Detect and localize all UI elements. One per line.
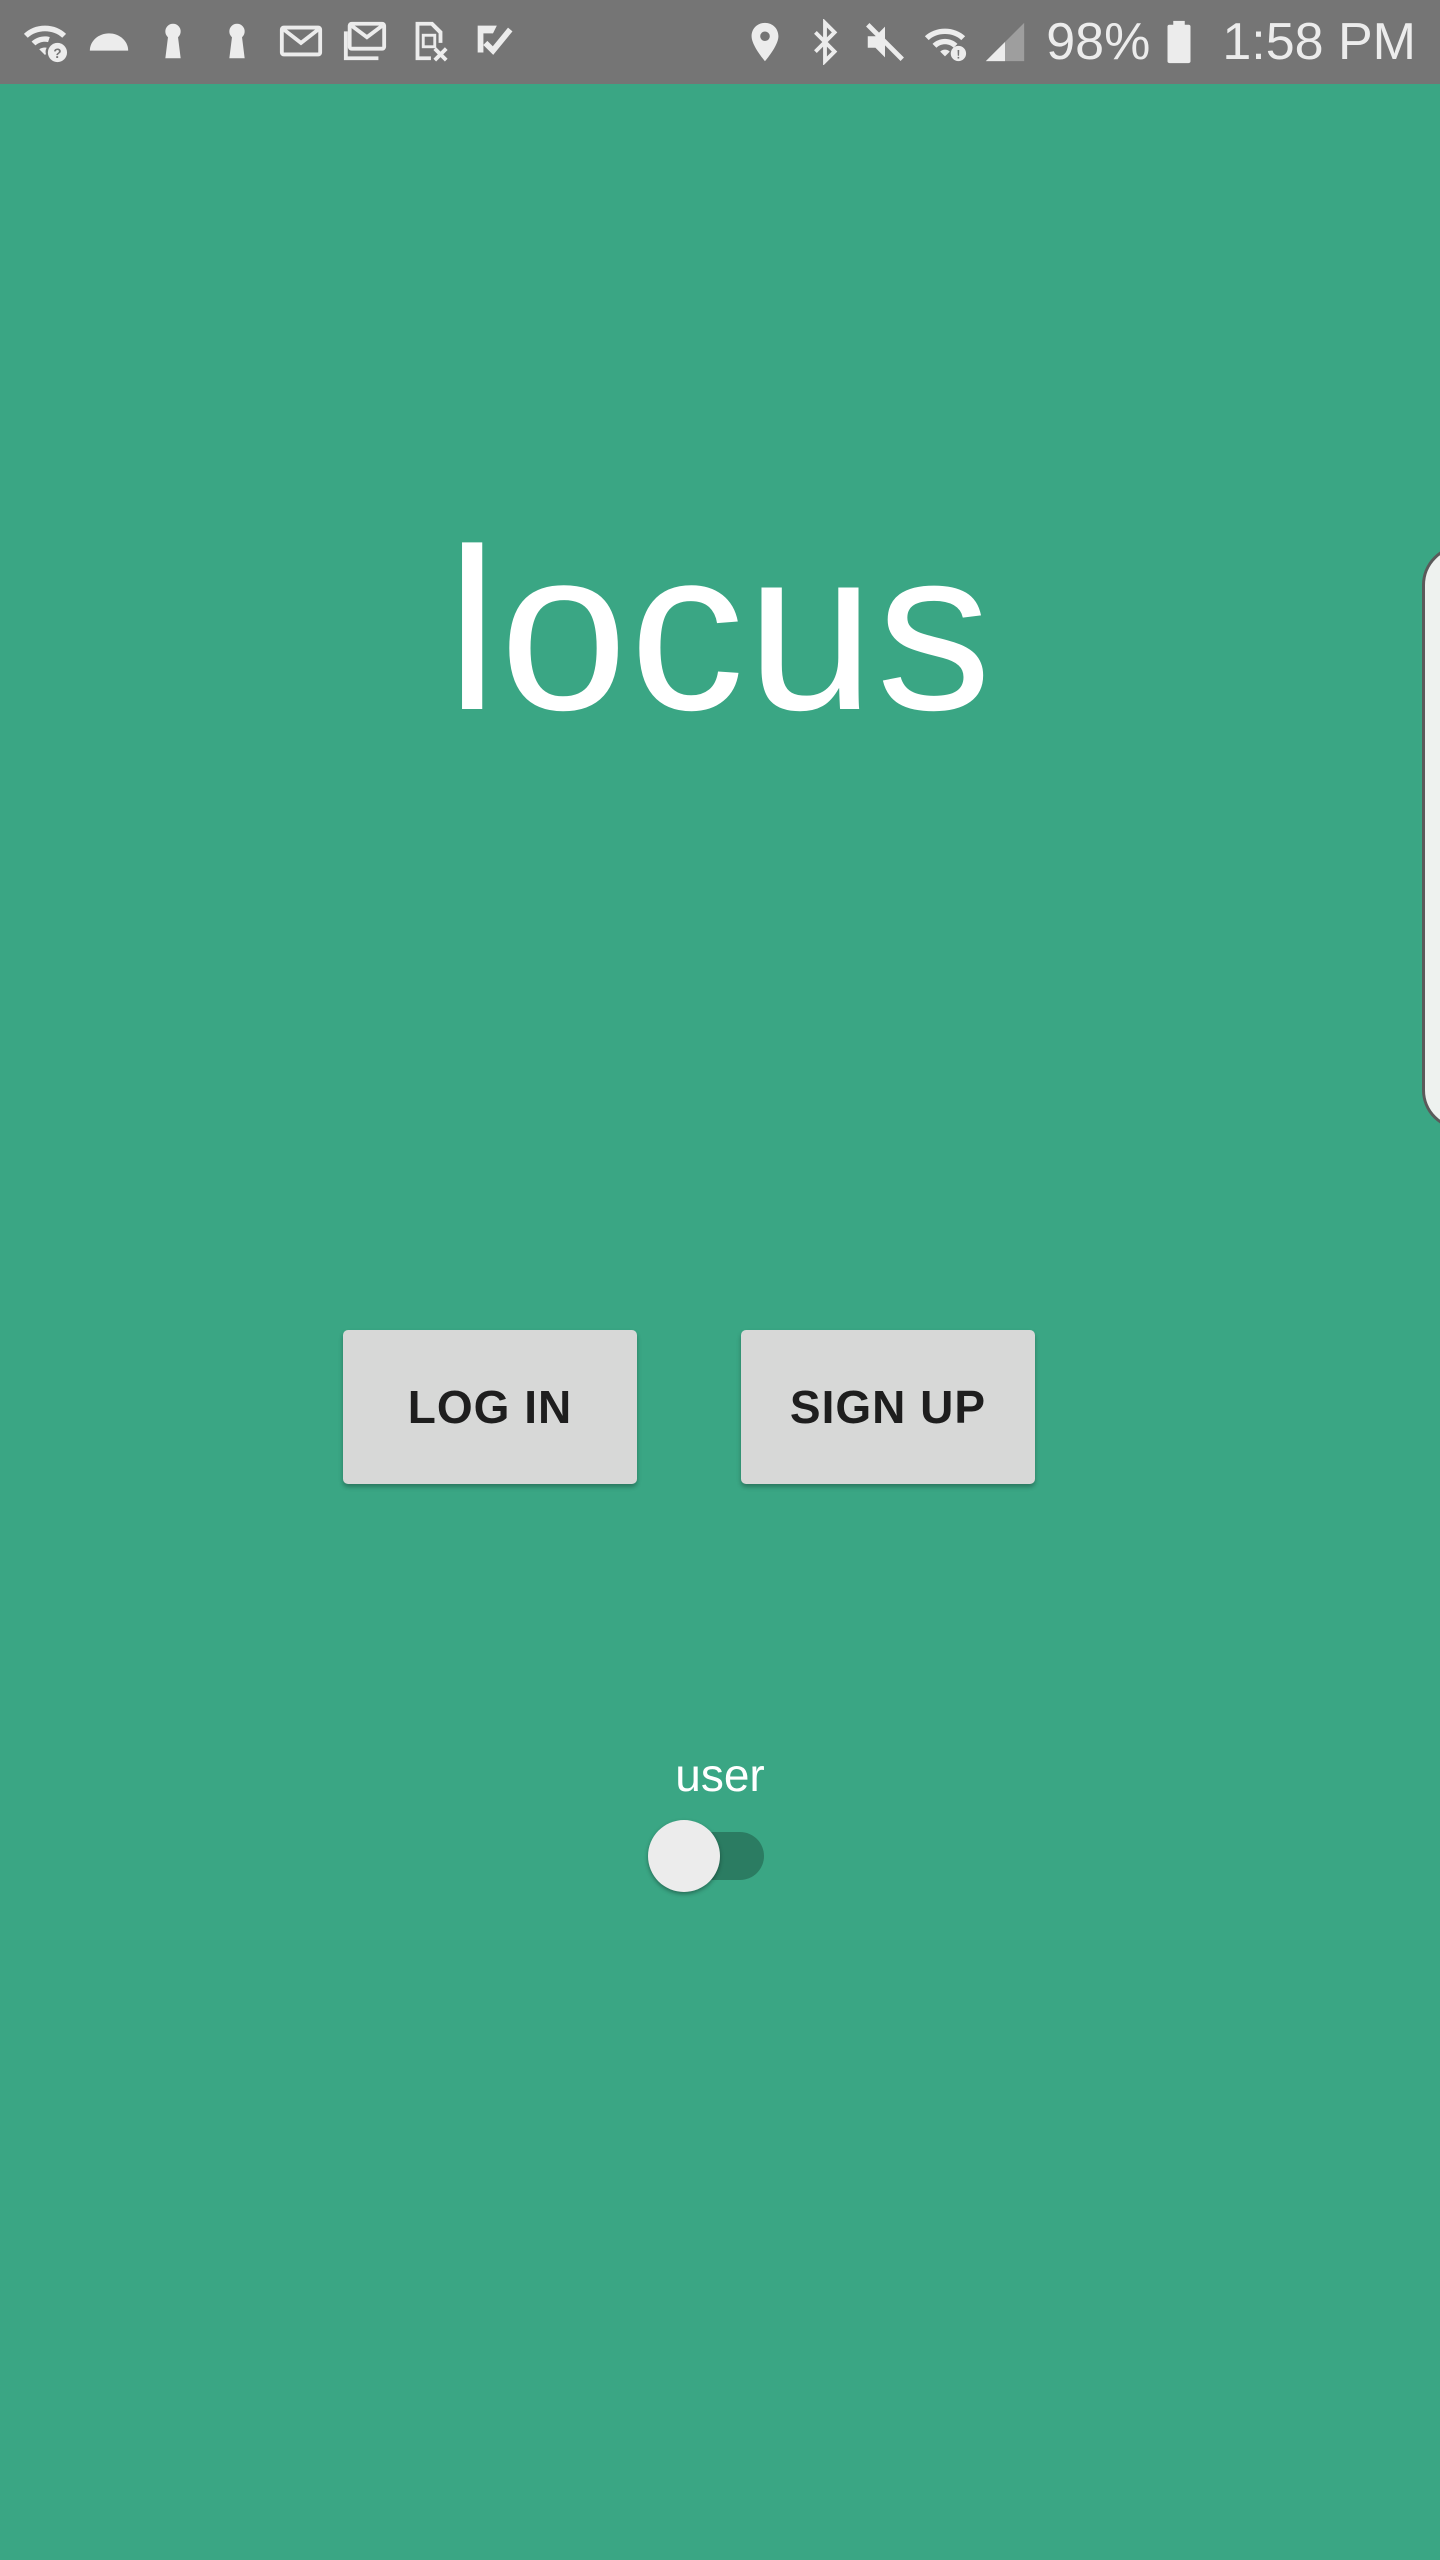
keyhole-icon xyxy=(150,18,196,64)
gmail-stack-icon xyxy=(342,18,388,64)
side-drawer-handle[interactable] xyxy=(1422,545,1440,1130)
notification-icons: ? xyxy=(22,18,516,64)
app-title: locus xyxy=(446,501,994,758)
gmail-icon xyxy=(278,18,324,64)
user-toggle-label: user xyxy=(675,1749,765,1801)
clock: 1:58 PM xyxy=(1222,13,1416,71)
toggle-thumb[interactable] xyxy=(648,1820,720,1892)
signup-button[interactable]: SIGN UP xyxy=(741,1330,1035,1484)
bluetooth-icon xyxy=(802,19,848,65)
mute-icon xyxy=(862,19,908,65)
location-icon xyxy=(742,19,788,65)
keyhole-icon xyxy=(214,18,260,64)
battery-icon xyxy=(1164,19,1194,65)
svg-text:?: ? xyxy=(53,46,61,61)
login-button[interactable]: LOG IN xyxy=(343,1330,637,1484)
wifi-icon: ! xyxy=(922,19,968,65)
user-toggle-switch[interactable] xyxy=(648,1820,766,1892)
signal-icon xyxy=(982,19,1028,65)
battery-percent: 98% xyxy=(1046,13,1151,71)
svg-text:!: ! xyxy=(957,49,961,61)
sim-error-icon xyxy=(406,18,452,64)
wifi-question-icon: ? xyxy=(22,18,68,64)
cloud-icon xyxy=(86,18,132,64)
status-bar: ? ! 98% 1:58 PM xyxy=(0,0,1440,84)
check-icon xyxy=(470,18,516,64)
system-icons: ! 98% 1:58 PM xyxy=(742,0,1416,84)
